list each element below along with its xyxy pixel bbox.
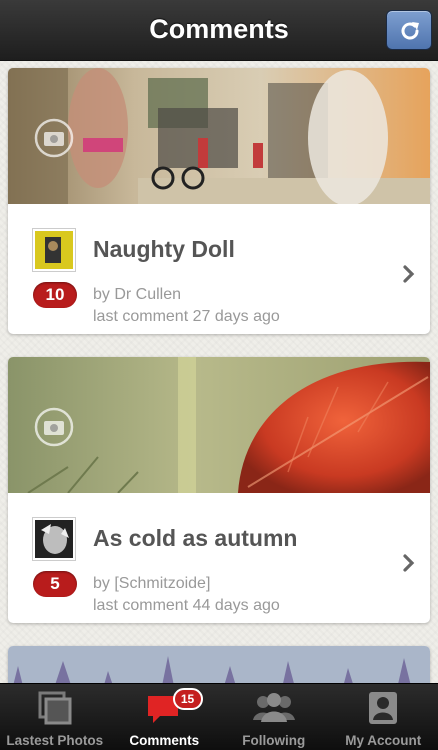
people-icon <box>252 693 295 722</box>
tab-label: My Account <box>345 733 422 748</box>
last-comment-text: last comment 44 days ago <box>93 597 280 614</box>
photo-thumbnail[interactable] <box>8 68 430 204</box>
tab-my-account[interactable]: My Account <box>329 684 438 750</box>
last-comment-text: last comment 27 days ago <box>93 308 280 325</box>
refresh-icon <box>401 22 419 40</box>
tab-following[interactable]: Following <box>219 684 329 750</box>
photo-title[interactable]: As cold as autumn <box>93 525 297 552</box>
tab-bar: Lastest Photos 15 Comments Following My … <box>0 683 438 750</box>
camera-icon <box>34 118 74 158</box>
comment-count-badge: 5 <box>33 571 77 597</box>
camera-icon <box>34 407 74 447</box>
photo-card[interactable]: As cold as autumn 5 by [Schmitzoide] las… <box>8 357 430 623</box>
photos-icon <box>38 691 72 725</box>
photo-title[interactable]: Naughty Doll <box>93 236 235 263</box>
author-text: by Dr Cullen <box>93 286 182 303</box>
tab-comments[interactable]: 15 Comments <box>110 684 220 750</box>
comments-count-badge: 15 <box>172 688 203 710</box>
comment-count-badge: 10 <box>33 282 77 308</box>
avatar[interactable] <box>32 517 76 561</box>
tab-label: Lastest Photos <box>6 733 104 748</box>
tab-label: Comments <box>129 733 200 748</box>
photo-info[interactable]: As cold as autumn 5 by [Schmitzoide] las… <box>8 493 430 623</box>
comments-feed[interactable]: Naughty Doll 10 by Dr Cullen last commen… <box>0 61 438 683</box>
account-icon <box>369 692 398 724</box>
tab-latest-photos[interactable]: Lastest Photos <box>0 684 110 750</box>
author-text: by [Schmitzoide] <box>93 575 211 592</box>
photo-info[interactable]: Naughty Doll 10 by Dr Cullen last commen… <box>8 204 430 334</box>
refresh-button[interactable] <box>386 10 432 50</box>
page-title: Comments <box>149 14 289 44</box>
chevron-right-icon[interactable] <box>402 264 416 284</box>
tab-label: Following <box>242 733 306 748</box>
photo-thumbnail[interactable] <box>8 357 430 493</box>
photo-card[interactable] <box>8 646 430 683</box>
photo-thumbnail[interactable] <box>8 646 430 683</box>
photo-card[interactable]: Naughty Doll 10 by Dr Cullen last commen… <box>8 68 430 334</box>
avatar[interactable] <box>32 228 76 272</box>
chevron-right-icon[interactable] <box>402 553 416 573</box>
navigation-bar: Comments <box>0 0 438 61</box>
